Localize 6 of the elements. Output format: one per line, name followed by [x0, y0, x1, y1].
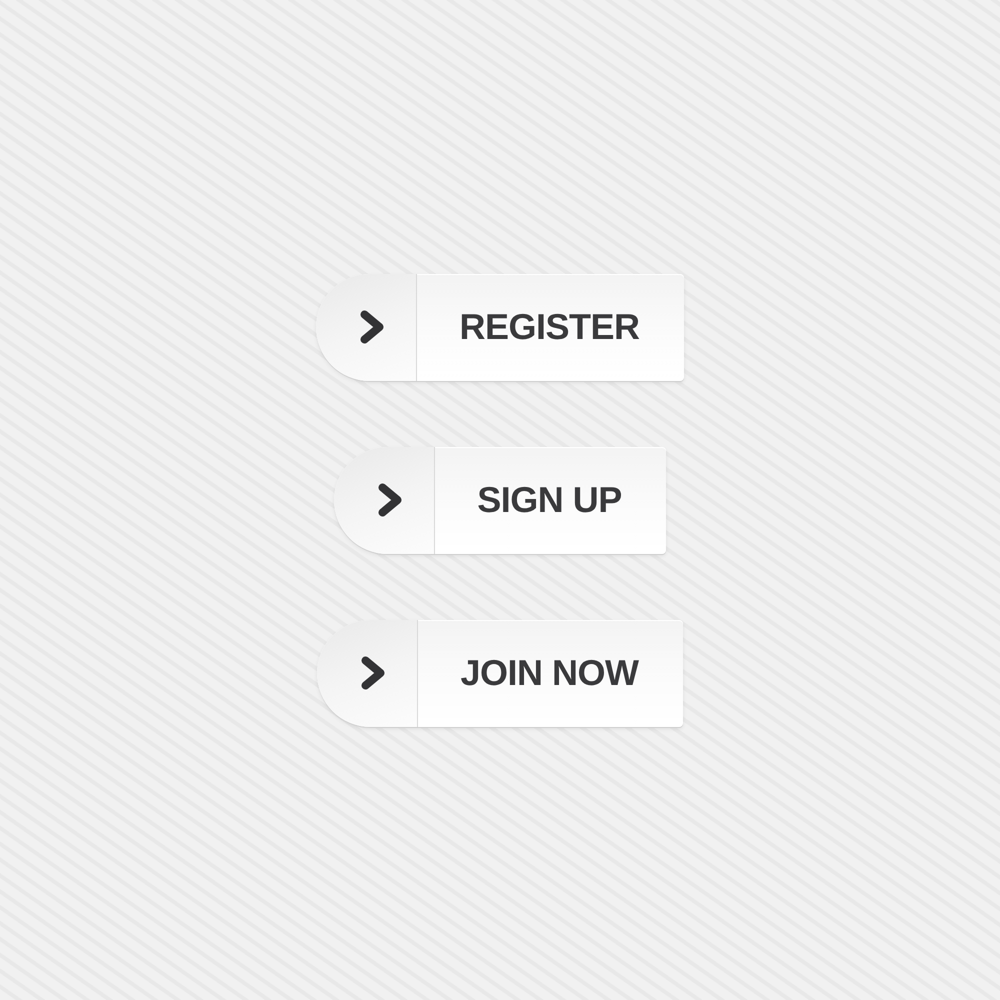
- chevron-right-icon: [378, 483, 402, 517]
- action-button[interactable]: SIGN UP: [334, 446, 666, 554]
- action-button[interactable]: REGISTER: [316, 274, 684, 380]
- action-button[interactable]: JOIN NOW: [317, 620, 682, 726]
- chevron-right-icon: [361, 656, 386, 690]
- chevron-right-icon: [360, 310, 384, 344]
